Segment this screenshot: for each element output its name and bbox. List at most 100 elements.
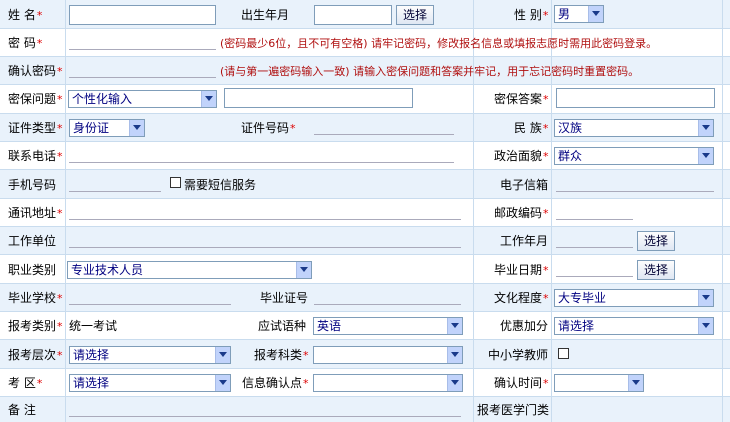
level-label: 报考层次* [8,348,63,362]
id-type-label: 证件类型* [8,121,63,135]
address-input[interactable] [69,203,461,220]
confirm-time-select[interactable] [554,374,644,392]
divider [0,56,730,57]
work-unit-input[interactable] [69,231,461,248]
question-label: 密保问题* [8,92,63,106]
nation-label: 民 族* [514,121,549,135]
teacher-label: 中小学教师 [488,348,549,362]
answer-label: 密保答案* [494,92,549,106]
id-number-label: 证件号码* [241,121,296,135]
phone-label: 联系电话* [8,149,63,163]
gender-label: 性 别* [514,8,549,22]
divider [0,169,730,170]
mobile-input[interactable] [69,175,161,192]
work-year-select-button[interactable]: 选择 [637,231,675,251]
birth-label: 出生年月 [241,8,290,22]
chevron-down-icon [296,262,311,278]
chevron-down-icon [201,91,216,107]
chevron-down-icon [698,318,713,334]
divider [473,0,474,422]
divider [0,28,730,29]
divider [0,396,730,397]
divider [0,84,730,85]
birth-input[interactable] [314,5,392,25]
school-label: 毕业学校* [8,291,63,305]
answer-input[interactable] [556,88,715,108]
divider [0,283,730,284]
grad-date-input[interactable] [556,260,633,277]
address-label: 通讯地址* [8,206,63,220]
question-select[interactable]: 个性化输入 [68,90,217,108]
chevron-down-icon [215,375,230,391]
divider [65,0,66,422]
exam-type-value: 统一考试 [69,319,118,333]
gender-select[interactable]: 男 [554,5,604,23]
medical-category-label: 报考医学门类 [477,403,550,417]
divider [0,141,730,142]
level-select[interactable]: 请选择 [69,346,231,364]
political-select[interactable]: 群众 [554,147,714,165]
grad-date-label: 毕业日期* [494,263,549,277]
school-input[interactable] [69,288,231,305]
zip-label: 邮政编码* [494,206,549,220]
chevron-down-icon [447,375,462,391]
name-label: 姓 名* [8,8,43,22]
chevron-down-icon [588,6,603,22]
id-type-select[interactable]: 身份证 [69,119,145,137]
question-custom-input[interactable] [224,88,413,108]
divider [0,198,730,199]
language-select[interactable]: 英语 [313,317,463,335]
chevron-down-icon [447,347,462,363]
bonus-select[interactable]: 请选择 [554,317,714,335]
id-number-input[interactable] [314,118,454,135]
mobile-label: 手机号码 [8,178,57,192]
chevron-down-icon [698,120,713,136]
work-year-input[interactable] [556,231,633,248]
work-unit-label: 工作单位 [8,234,57,248]
divider [722,0,723,422]
education-select[interactable]: 大专毕业 [554,289,714,307]
divider [0,113,730,114]
confirm-password-label: 确认密码* [8,64,63,78]
confirm-point-select[interactable] [313,374,463,392]
sms-label: 需要短信服务 [184,178,257,192]
confirm-password-hint: (请与第一遍密码输入一致) 请输入密保问题和答案并牢记，用于忘记密码时重置密码。 [220,65,640,78]
registration-form: 姓 名* 出生年月 选择 性 别* 男 密 码* (密码最少6位，且不可有空格)… [0,0,730,422]
remark-input[interactable] [69,400,461,417]
nation-select[interactable]: 汉族 [554,119,714,137]
password-input[interactable] [69,33,216,50]
grad-date-select-button[interactable]: 选择 [637,260,675,280]
phone-input[interactable] [69,146,454,163]
zip-input[interactable] [556,203,633,220]
job-category-select[interactable]: 专业技术人员 [67,261,312,279]
divider [0,254,730,255]
teacher-checkbox[interactable] [558,348,569,359]
chevron-down-icon [628,375,643,391]
email-input[interactable] [556,175,714,192]
language-label: 应试语种 [258,319,307,333]
name-input[interactable] [69,5,216,25]
job-category-label: 职业类别 [8,263,57,277]
divider [0,368,730,369]
password-label: 密 码* [8,36,43,50]
confirm-point-label: 信息确认点* [242,376,309,390]
confirm-password-input[interactable] [69,61,216,78]
birth-select-button[interactable]: 选择 [396,5,434,25]
work-year-label: 工作年月 [500,234,549,248]
subject-select[interactable] [313,346,463,364]
confirm-time-label: 确认时间* [494,376,549,390]
cert-number-input[interactable] [314,288,461,305]
chevron-down-icon [698,290,713,306]
remark-label: 备 注 [8,403,36,417]
education-label: 文化程度* [494,291,549,305]
sms-checkbox[interactable] [170,177,181,188]
email-label: 电子信箱 [500,178,549,192]
divider [0,311,730,312]
chevron-down-icon [698,148,713,164]
political-label: 政治面貌* [494,149,549,163]
divider [551,0,552,422]
district-label: 考 区* [8,376,43,390]
district-select[interactable]: 请选择 [69,374,231,392]
exam-type-label: 报考类别* [8,319,63,333]
chevron-down-icon [215,347,230,363]
